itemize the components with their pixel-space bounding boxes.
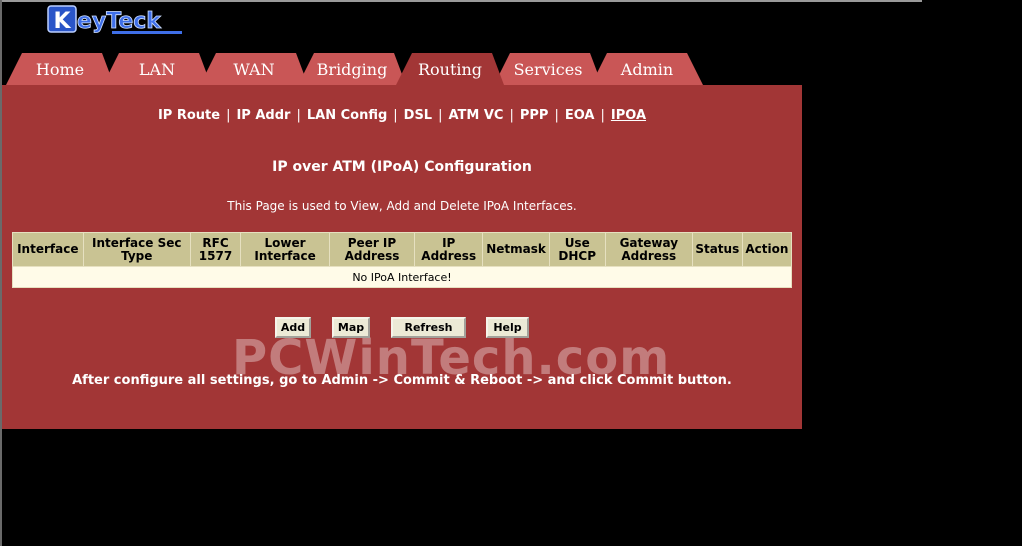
tab-admin[interactable]: Admin <box>591 53 703 85</box>
col-netmask: Netmask <box>482 232 550 267</box>
keyteck-logo: K eyTeck <box>47 5 182 34</box>
col-gateway-address: Gateway Address <box>604 232 693 267</box>
table-header-row: Interface Interface Sec Type RFC 1577 Lo… <box>12 232 793 267</box>
tab-home[interactable]: Home <box>6 53 114 85</box>
window-top-border <box>0 0 922 2</box>
col-status: Status <box>691 232 743 267</box>
tab-admin-label: Admin <box>620 60 674 79</box>
subnav-separator: | <box>600 108 605 123</box>
col-interface-sec-type: Interface Sec Type <box>82 232 191 267</box>
subnav-dsl[interactable]: DSL <box>404 108 432 123</box>
map-button[interactable]: Map <box>332 317 370 338</box>
subnav-ip-route[interactable]: IP Route <box>158 108 220 123</box>
table-row: No IPoA Interface! <box>12 266 792 288</box>
content-panel: IP Route | IP Addr | LAN Config | DSL | ATM VC | P… <box>2 85 802 429</box>
col-peer-ip-address: Peer IP Address <box>329 232 415 267</box>
tab-bridging-label: Bridging <box>316 60 388 79</box>
tab-routing[interactable]: Routing <box>396 53 504 85</box>
subnav-separator: | <box>393 108 398 123</box>
subnav-ppp[interactable]: PPP <box>520 108 549 123</box>
col-lower-interface: Lower Interface <box>240 232 331 267</box>
tab-home-label: Home <box>35 60 85 79</box>
refresh-button[interactable]: Refresh <box>391 317 466 338</box>
tab-services[interactable]: Services <box>494 53 602 85</box>
subnav-separator: | <box>438 108 443 123</box>
col-ip-address: IP Address <box>413 232 484 267</box>
page-title: IP over ATM (IPoA) Configuration <box>272 159 532 175</box>
tab-lan[interactable]: LAN <box>103 53 211 85</box>
action-buttons: Add Map Refresh Help <box>2 317 802 339</box>
col-rfc1577: RFC 1577 <box>189 232 242 267</box>
subnav-lan-config[interactable]: LAN Config <box>307 108 387 123</box>
tab-wan-label: WAN <box>233 60 275 79</box>
ipoa-table: Interface Interface Sec Type RFC 1577 Lo… <box>12 232 793 288</box>
col-use-dhcp: Use DHCP <box>548 232 606 267</box>
subnav-separator: | <box>554 108 559 123</box>
svg-text:K: K <box>53 9 71 34</box>
logo-text: eyTeck <box>77 9 162 34</box>
tab-wan[interactable]: WAN <box>200 53 308 85</box>
commit-note: After configure all settings, go to Admi… <box>72 373 732 388</box>
routing-subnav: IP Route | IP Addr | LAN Config | DSL | ATM VC | P… <box>2 108 802 123</box>
page-description: This Page is used to View, Add and Delet… <box>227 199 577 213</box>
help-button[interactable]: Help <box>486 317 529 338</box>
subnav-eoa[interactable]: EOA <box>565 108 595 123</box>
subnav-ipoa[interactable]: IPOA <box>611 108 646 123</box>
tab-lan-label: LAN <box>138 60 176 79</box>
subnav-ip-addr[interactable]: IP Addr <box>236 108 290 123</box>
main-nav-tabs: Home LAN WAN Bridging Services Admin Rou… <box>0 53 810 85</box>
subnav-atm-vc[interactable]: ATM VC <box>448 108 503 123</box>
subnav-separator: | <box>509 108 514 123</box>
tab-services-label: Services <box>513 60 583 79</box>
col-action: Action <box>741 232 793 267</box>
tab-bridging[interactable]: Bridging <box>298 53 406 85</box>
add-button[interactable]: Add <box>275 317 311 338</box>
subnav-separator: | <box>296 108 301 123</box>
empty-table-message: No IPoA Interface! <box>12 266 792 288</box>
subnav-separator: | <box>226 108 231 123</box>
col-interface: Interface <box>12 232 84 267</box>
tab-routing-label: Routing <box>417 60 483 79</box>
